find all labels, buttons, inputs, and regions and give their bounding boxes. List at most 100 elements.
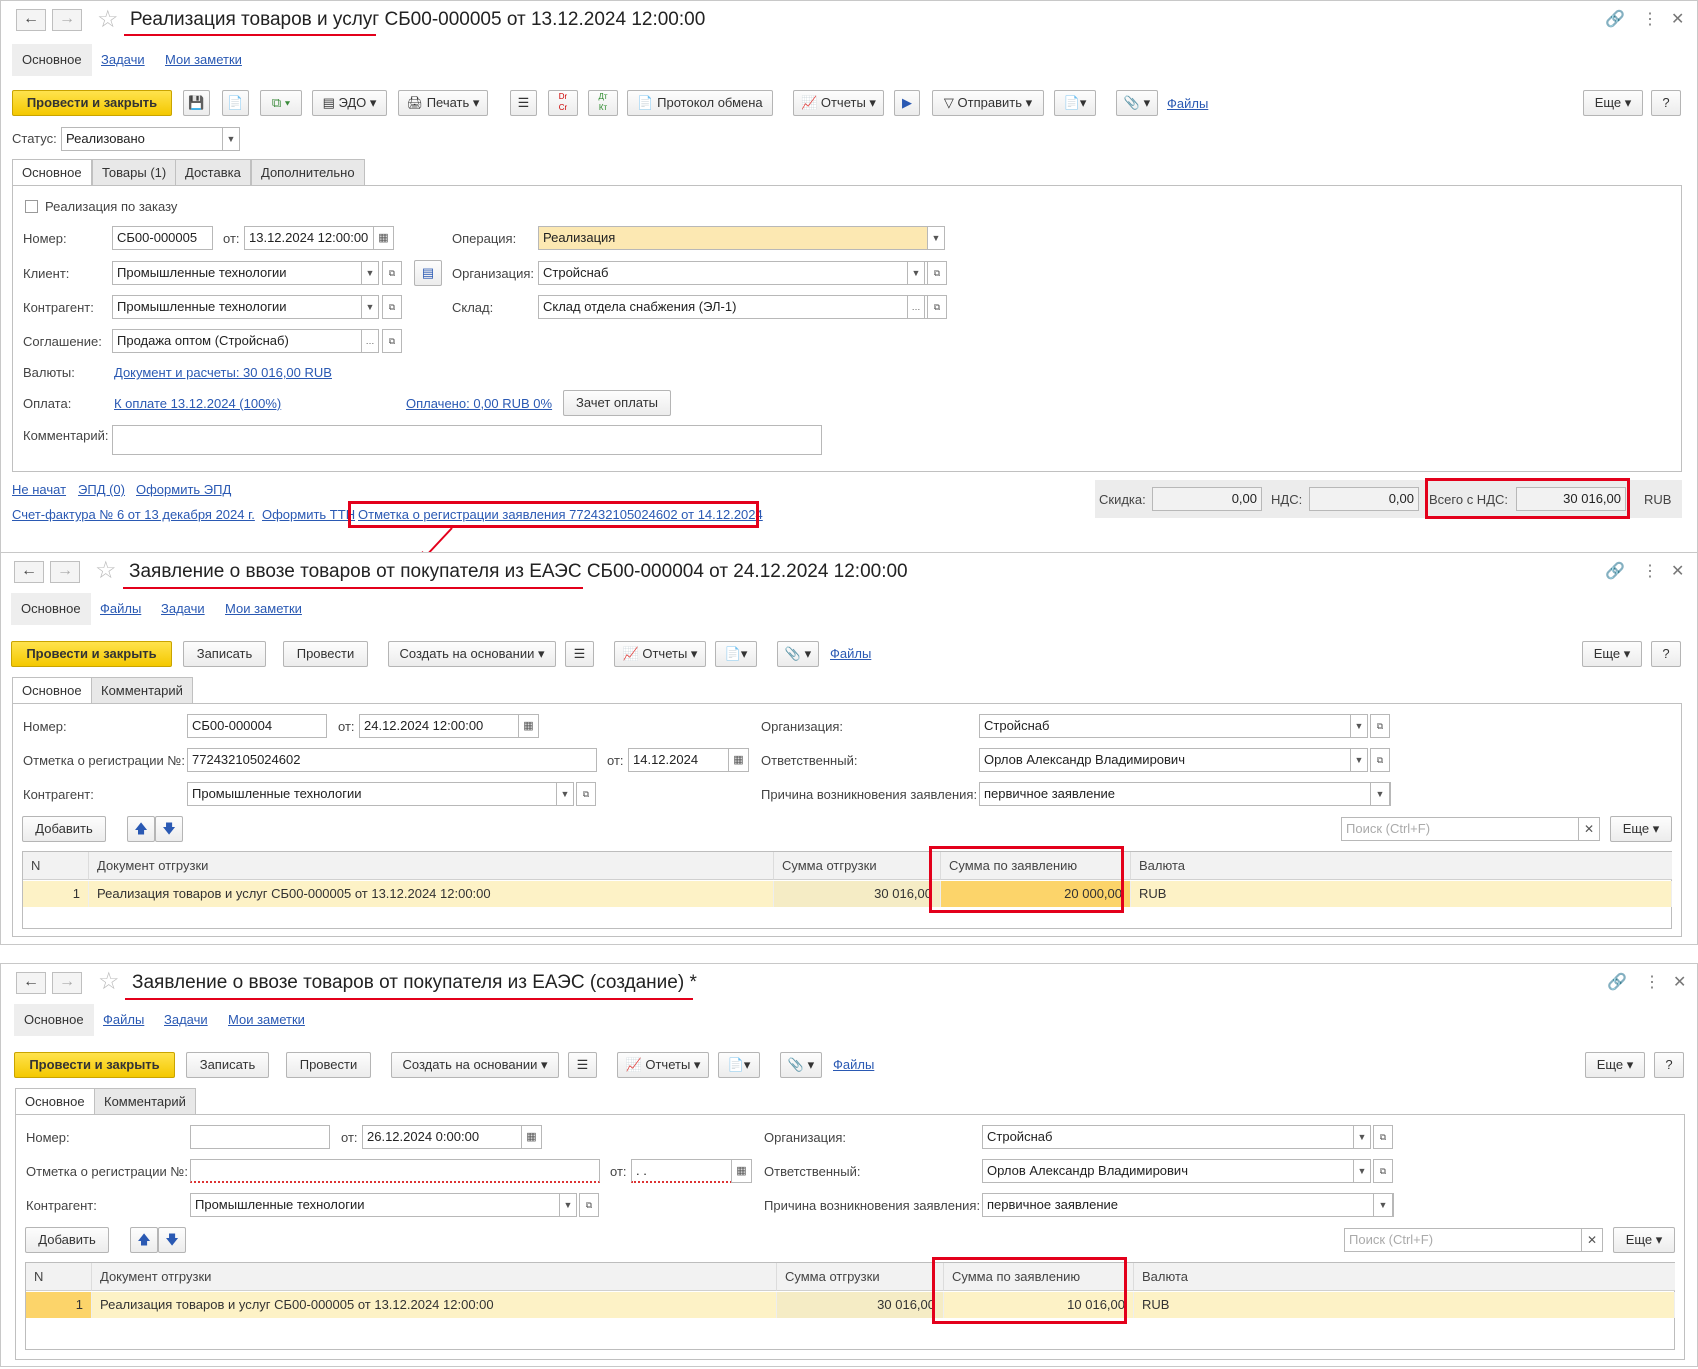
contractor-dropdown[interactable]: ▼ [361, 295, 379, 319]
print-button[interactable]: 🖨 Печать ▾ [398, 90, 488, 116]
exchange-protocol-button[interactable]: 📄 Протокол обмена [627, 90, 773, 116]
contractor-field[interactable]: Промышленные технологии [187, 782, 560, 806]
col-n[interactable]: N [26, 1263, 92, 1291]
tab-main[interactable]: Основное [15, 1088, 95, 1115]
menu-dots-icon[interactable]: ⋮ [1642, 9, 1658, 29]
link-icon[interactable]: 🔗 [1605, 9, 1625, 29]
subtab-main[interactable]: Основное [14, 1004, 94, 1036]
favorite-star-icon[interactable]: ☆ [97, 8, 119, 32]
resp-dropdown[interactable]: ▼ [1353, 1159, 1371, 1183]
subtab-notes[interactable]: Мои заметки [228, 1004, 305, 1036]
write-button[interactable]: Записать [183, 641, 266, 667]
client-dropdown[interactable]: ▼ [361, 261, 379, 285]
contractor-open-icon[interactable]: ⧉ [579, 1193, 599, 1217]
search-input[interactable]: Поиск (Ctrl+F) [1344, 1228, 1582, 1252]
structure-icon[interactable]: ☰ [510, 90, 537, 116]
move-up-icon[interactable]: 🡅 [127, 816, 155, 842]
contractor-open-icon[interactable]: ⧉ [382, 295, 402, 319]
clip-menu[interactable]: 📎 ▾ [1116, 90, 1158, 116]
date-field[interactable]: 13.12.2024 12:00:00 [244, 226, 374, 250]
close-icon[interactable]: ✕ [1671, 9, 1684, 29]
copy-menu-button[interactable]: ⧉ ▾ [260, 90, 302, 116]
send-button[interactable]: ▽ Отправить ▾ [932, 90, 1044, 116]
reports-button[interactable]: 📈 Отчеты ▾ [793, 90, 884, 116]
make-ttn-link[interactable]: Оформить ТТН [262, 507, 355, 522]
more-button[interactable]: Еще ▾ [1582, 641, 1642, 667]
post-doc-icon[interactable]: 📄 [222, 90, 249, 116]
search-clear-icon[interactable]: ✕ [1578, 817, 1600, 841]
write-button[interactable]: Записать [186, 1052, 269, 1078]
col-currency[interactable]: Валюта [1134, 1263, 1675, 1291]
favorite-star-icon[interactable]: ☆ [95, 559, 117, 583]
number-field[interactable] [190, 1125, 330, 1149]
table-more-button[interactable]: Еще ▾ [1613, 1227, 1675, 1253]
tab-comment[interactable]: Комментарий [94, 1088, 196, 1115]
reason-field[interactable]: первичное заявление [982, 1193, 1394, 1217]
client-open-icon[interactable]: ⧉ [382, 261, 402, 285]
by-order-checkbox[interactable] [25, 200, 38, 213]
tab-main[interactable]: Основное [12, 677, 92, 704]
move-up-icon[interactable]: 🡅 [130, 1227, 158, 1253]
tab-comment[interactable]: Комментарий [91, 677, 193, 704]
menu-dots-icon[interactable]: ⋮ [1644, 972, 1660, 992]
link-icon[interactable]: 🔗 [1607, 972, 1627, 992]
forward-button[interactable]: → [50, 561, 80, 583]
col-n[interactable]: N [23, 852, 89, 880]
org-field[interactable]: Стройснаб [538, 261, 928, 285]
org-dropdown[interactable]: ▼ [1353, 1125, 1371, 1149]
reg-date-field[interactable]: . . [631, 1159, 732, 1183]
dr-cr-icon[interactable]: Dr Cr [548, 90, 578, 116]
post-button[interactable]: Провести [283, 641, 368, 667]
reports-button[interactable]: 📈 Отчеты ▾ [617, 1052, 709, 1078]
warehouse-field[interactable]: Склад отдела снабжения (ЭЛ-1) [538, 295, 928, 319]
org-dropdown[interactable]: ▼ [907, 261, 925, 285]
date-field[interactable]: 26.12.2024 0:00:00 [362, 1125, 522, 1149]
agreement-field[interactable]: Продажа оптом (Стройснаб) [112, 329, 364, 353]
row-currency[interactable]: RUB [1131, 881, 1672, 907]
attach-report-menu[interactable]: 📄▾ [718, 1052, 760, 1078]
back-button[interactable]: ← [14, 561, 44, 583]
reason-field[interactable]: первичное заявление [979, 782, 1391, 806]
contractor-field[interactable]: Промышленные технологии [112, 295, 364, 319]
reg-calendar-icon[interactable]: ▦ [728, 748, 749, 772]
subtab-main[interactable]: Основное [12, 44, 92, 76]
col-ship-sum[interactable]: Сумма отгрузки [774, 852, 941, 880]
link-icon[interactable]: 🔗 [1605, 561, 1625, 581]
add-button[interactable]: Добавить [22, 816, 106, 842]
move-down-icon[interactable]: 🡇 [155, 816, 183, 842]
create-based-button[interactable]: Создать на основании ▾ [391, 1052, 559, 1078]
number-field[interactable]: СБ00-000004 [187, 714, 327, 738]
structure-icon[interactable]: ☰ [568, 1052, 597, 1078]
tab-delivery[interactable]: Доставка [175, 159, 251, 186]
subtab-notes[interactable]: Мои заметки [225, 593, 302, 625]
resp-open-icon[interactable]: ⧉ [1370, 748, 1390, 772]
create-based-button[interactable]: Создать на основании ▾ [388, 641, 556, 667]
status-select[interactable]: Реализовано [61, 127, 226, 151]
reg-date-field[interactable]: 14.12.2024 [628, 748, 729, 772]
resp-field[interactable]: Орлов Александр Владимирович [982, 1159, 1357, 1183]
reports-button[interactable]: 📈 Отчеты ▾ [614, 641, 706, 667]
edo-button[interactable]: ▤ ЭДО ▾ [312, 90, 387, 116]
post-button[interactable]: Провести [286, 1052, 371, 1078]
row-n[interactable]: 1 [23, 881, 89, 907]
offset-payment-button[interactable]: Зачет оплаты [563, 390, 671, 416]
contractor-open-icon[interactable]: ⧉ [576, 782, 596, 806]
close-icon[interactable]: ✕ [1671, 561, 1684, 581]
subtab-tasks[interactable]: Задачи [101, 44, 145, 76]
subtab-main[interactable]: Основное [11, 593, 91, 625]
forward-button[interactable]: → [52, 9, 82, 31]
contractor-dropdown[interactable]: ▼ [559, 1193, 577, 1217]
col-document[interactable]: Документ отгрузки [92, 1263, 777, 1291]
row-ship-sum[interactable]: 30 016,00 [777, 1292, 944, 1318]
subtab-files[interactable]: Файлы [100, 593, 141, 625]
add-button[interactable]: Добавить [25, 1227, 109, 1253]
move-down-icon[interactable]: 🡇 [158, 1227, 186, 1253]
org-field[interactable]: Стройснаб [982, 1125, 1357, 1149]
currency-link[interactable]: Документ и расчеты: 30 016,00 RUB [114, 365, 332, 380]
row-ship-sum[interactable]: 30 016,00 [774, 881, 941, 907]
search-clear-icon[interactable]: ✕ [1581, 1228, 1603, 1252]
not-started-link[interactable]: Не начат [12, 482, 66, 497]
table-more-button[interactable]: Еще ▾ [1610, 816, 1672, 842]
favorite-star-icon[interactable]: ☆ [98, 970, 120, 994]
more-button[interactable]: Еще ▾ [1585, 1052, 1645, 1078]
